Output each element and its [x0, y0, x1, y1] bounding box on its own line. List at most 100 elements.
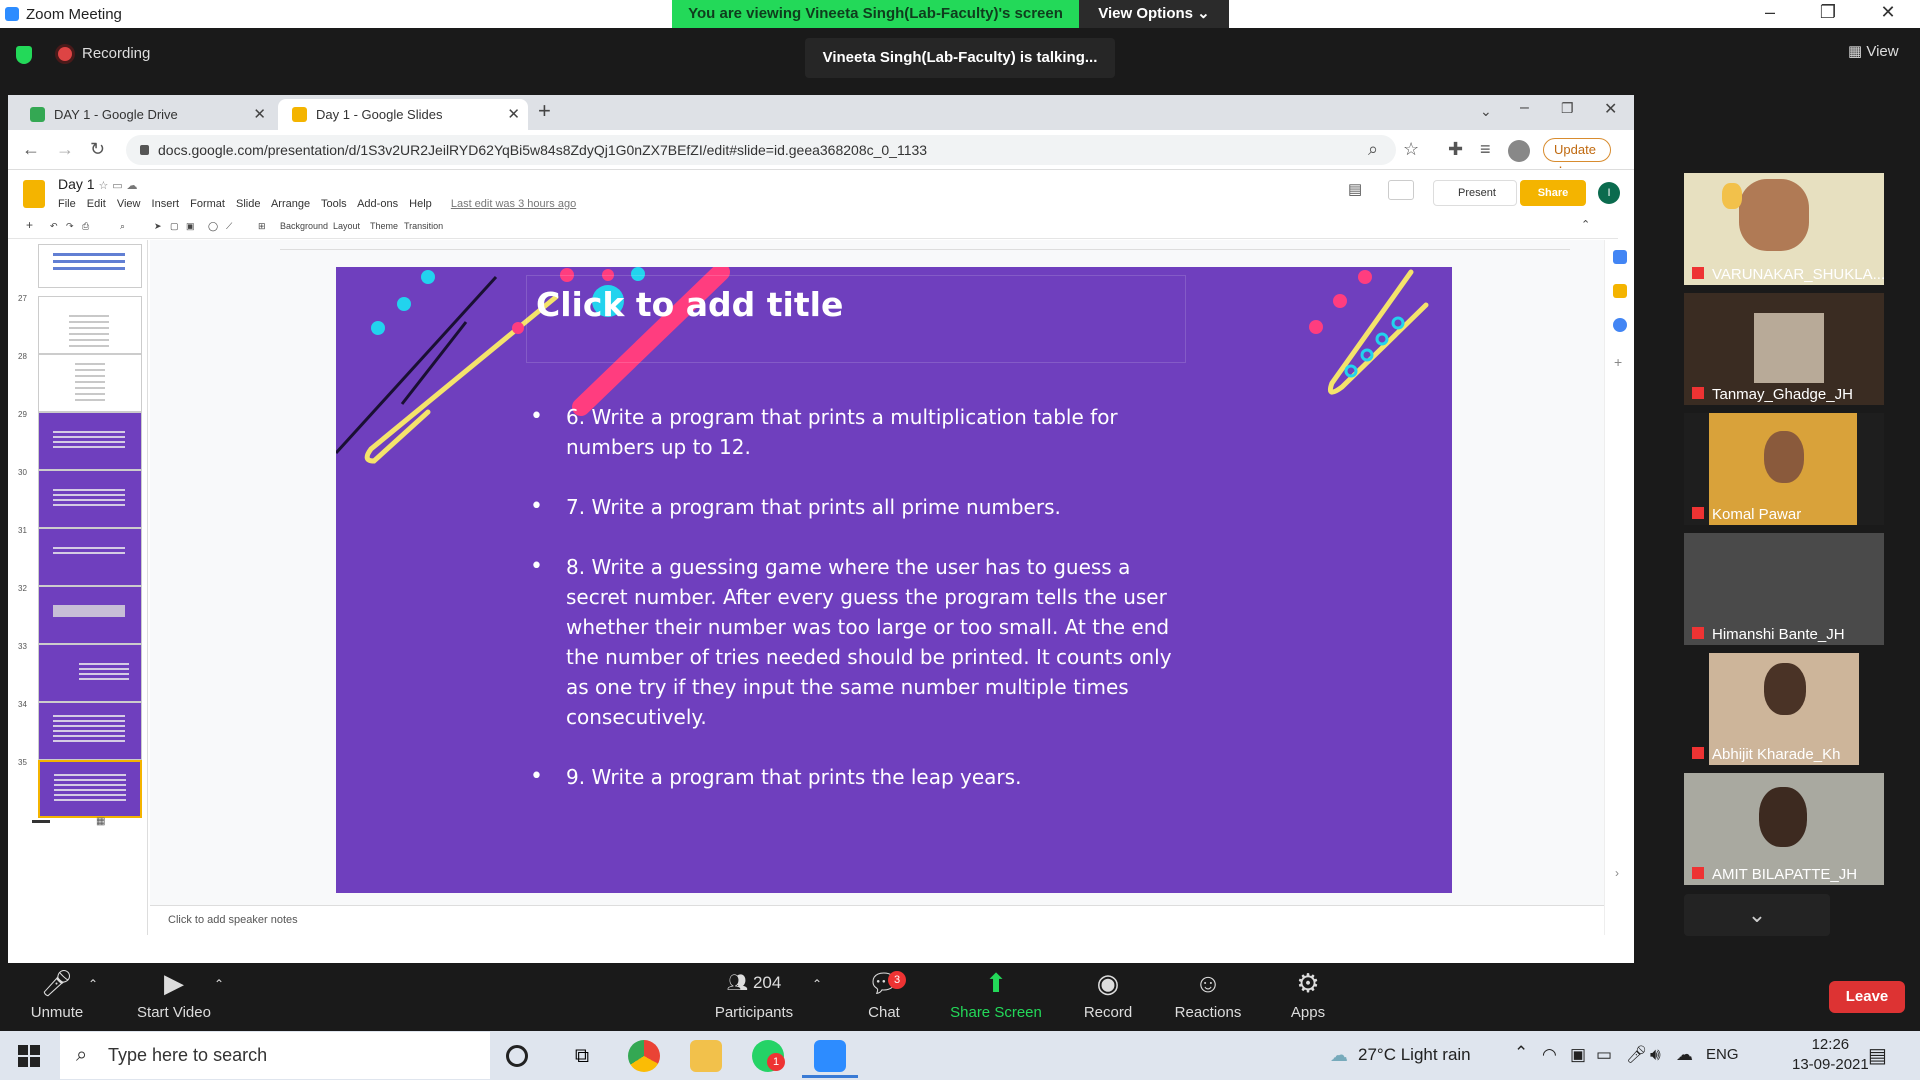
theme-button[interactable]: Theme: [370, 221, 398, 231]
undo-icon[interactable]: ↶: [50, 221, 58, 232]
calendar-icon[interactable]: [1613, 250, 1627, 264]
comments-icon[interactable]: ▤: [1348, 180, 1362, 198]
start-video-button[interactable]: ▶︎ Start Video: [132, 968, 216, 1021]
filmstrip-view-icon[interactable]: ▦: [96, 816, 105, 827]
expand-panel-icon[interactable]: ›: [1615, 866, 1619, 880]
grid-view-toggle[interactable]: [32, 820, 50, 823]
participant-tile[interactable]: VARUNAKAR_SHUKLA...: [1684, 173, 1884, 285]
select-icon[interactable]: ➤: [154, 221, 162, 232]
slide-bullet-list[interactable]: 6. Write a program that prints a multipl…: [530, 402, 1190, 822]
tab-google-drive[interactable]: DAY 1 - Google Drive ✕: [16, 99, 274, 130]
back-icon[interactable]: ←: [22, 139, 40, 160]
slide-thumbnail[interactable]: [38, 586, 142, 644]
comment-icon[interactable]: ⊞: [258, 221, 266, 232]
update-button[interactable]: Update ⋮: [1543, 138, 1611, 179]
slide-thumbnail[interactable]: [38, 644, 142, 702]
chrome-icon[interactable]: [628, 1040, 660, 1072]
move-folder-icon[interactable]: ▭: [112, 180, 122, 192]
microphone-icon[interactable]: 🎤︎: [1626, 1045, 1648, 1065]
menu-format[interactable]: Format: [190, 198, 225, 210]
close-tab-icon[interactable]: ✕: [253, 99, 266, 130]
menu-tools[interactable]: Tools: [321, 198, 347, 210]
restore-icon[interactable]: ❐: [1808, 2, 1848, 23]
zoom-tool-icon[interactable]: ⌕: [120, 221, 125, 232]
background-button[interactable]: Background: [280, 221, 328, 231]
participants-options-caret[interactable]: ⌃: [812, 977, 822, 991]
slide-thumbnail[interactable]: [38, 702, 142, 760]
doc-title[interactable]: Day 1 ☆ ▭ ☁: [58, 176, 138, 192]
task-view-icon[interactable]: ⧉: [566, 1040, 598, 1072]
tab-search-icon[interactable]: ⌄: [1480, 103, 1492, 120]
slide-thumbnail[interactable]: [38, 296, 142, 354]
line-icon[interactable]: ⟋: [226, 221, 232, 232]
menu-addons[interactable]: Add-ons: [357, 198, 398, 210]
slide[interactable]: Click to add title 6. Write a program th…: [336, 267, 1452, 893]
slide-thumbnail-active[interactable]: [38, 760, 142, 818]
transition-button[interactable]: Transition: [404, 221, 443, 231]
slide-thumbnail[interactable]: [38, 354, 142, 412]
chevron-up-icon[interactable]: ⌃: [1514, 1043, 1528, 1063]
speaker-notes[interactable]: Click to add speaker notes: [150, 905, 1604, 935]
weather-text[interactable]: 27°C Light rain: [1358, 1045, 1471, 1065]
video-options-caret[interactable]: ⌃: [214, 977, 224, 991]
participant-tile[interactable]: AMIT BILAPATTE_JH: [1684, 773, 1884, 885]
redo-icon[interactable]: ↷: [66, 221, 74, 232]
shape-icon[interactable]: ◯: [208, 221, 218, 232]
participant-tile[interactable]: Himanshi Bante_JH: [1684, 533, 1884, 645]
participant-tile[interactable]: Komal Pawar: [1684, 413, 1884, 525]
last-edit-link[interactable]: Last edit was 3 hours ago: [451, 198, 576, 210]
shield-icon[interactable]: [16, 46, 32, 64]
menu-view[interactable]: View: [117, 198, 141, 210]
meet-icon[interactable]: [1388, 180, 1414, 200]
cortana-icon[interactable]: [506, 1045, 528, 1067]
extensions-icon[interactable]: ✚: [1448, 139, 1463, 160]
restore-icon[interactable]: ❐: [1561, 100, 1574, 117]
menu-edit[interactable]: Edit: [87, 198, 106, 210]
participant-tile[interactable]: Abhijit Kharade_Kh: [1684, 653, 1884, 765]
menu-insert[interactable]: Insert: [152, 198, 180, 210]
tasks-icon[interactable]: [1613, 318, 1627, 332]
wifi-icon[interactable]: ◠: [1542, 1045, 1557, 1065]
reading-list-icon[interactable]: ≡: [1480, 139, 1491, 160]
minimize-icon[interactable]: –: [1750, 2, 1790, 23]
new-tab-icon[interactable]: +: [538, 98, 551, 124]
close-icon[interactable]: ✕: [1604, 99, 1617, 119]
tab-google-slides[interactable]: Day 1 - Google Slides ✕: [278, 99, 528, 130]
audio-options-caret[interactable]: ⌃: [88, 977, 98, 991]
menu-file[interactable]: File: [58, 198, 76, 210]
keep-icon[interactable]: [1613, 284, 1627, 298]
print-icon[interactable]: ⎙: [82, 221, 89, 232]
leave-button[interactable]: Leave: [1829, 981, 1905, 1013]
battery-icon[interactable]: ▭: [1596, 1045, 1612, 1065]
language-indicator[interactable]: ENG: [1706, 1046, 1739, 1063]
meet-now-icon[interactable]: ▣: [1570, 1045, 1586, 1065]
url-field[interactable]: docs.google.com/presentation/d/1S3v2UR2J…: [126, 135, 1396, 165]
textbox-icon[interactable]: ▢: [170, 221, 179, 232]
slide-thumbnail[interactable]: [38, 244, 142, 288]
reactions-button[interactable]: ☺︎ Reactions: [1172, 968, 1244, 1021]
view-button[interactable]: ▦ View: [1848, 42, 1899, 60]
zoom-icon[interactable]: ⌕: [1368, 139, 1378, 160]
profile-avatar[interactable]: [1508, 140, 1530, 162]
add-addon-icon[interactable]: +: [1614, 354, 1622, 370]
volume-icon[interactable]: 🔊︎: [1650, 1045, 1661, 1065]
apps-button[interactable]: ⚙︎ Apps: [1290, 968, 1326, 1021]
present-button[interactable]: Present: [1433, 180, 1517, 206]
forward-icon[interactable]: →: [56, 139, 74, 160]
layout-button[interactable]: Layout: [333, 221, 360, 231]
file-explorer-icon[interactable]: [690, 1040, 722, 1072]
windows-start-icon[interactable]: [18, 1045, 40, 1067]
minimize-icon[interactable]: –: [1520, 99, 1529, 117]
participants-button[interactable]: 👥︎ 204 Participants: [704, 968, 804, 1021]
taskbar-search-box[interactable]: ⌕ Type here to search: [60, 1032, 490, 1079]
image-icon[interactable]: ▣: [186, 221, 195, 232]
slides-logo-icon[interactable]: [23, 180, 45, 208]
star-icon[interactable]: ☆: [98, 180, 108, 192]
close-icon[interactable]: ✕: [1868, 2, 1908, 23]
participant-tile[interactable]: Tanmay_Ghadge_JH: [1684, 293, 1884, 405]
share-button[interactable]: Share: [1520, 180, 1586, 206]
new-slide-icon[interactable]: +: [26, 218, 33, 232]
close-tab-icon[interactable]: ✕: [507, 99, 520, 130]
onedrive-icon[interactable]: ☁: [1676, 1045, 1693, 1065]
collapse-toolbar-icon[interactable]: ⌃: [1581, 218, 1590, 231]
